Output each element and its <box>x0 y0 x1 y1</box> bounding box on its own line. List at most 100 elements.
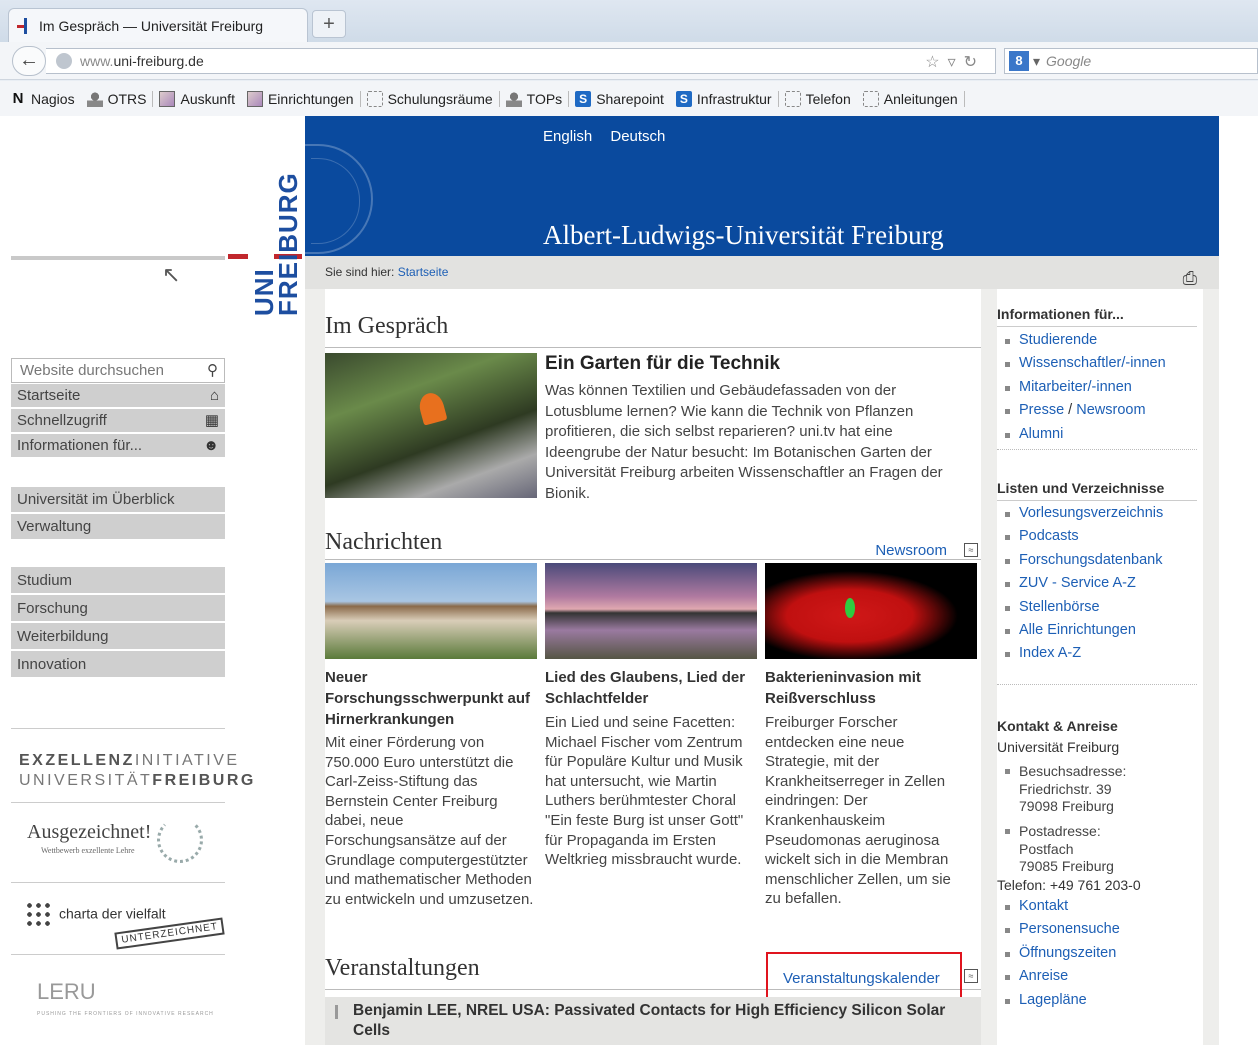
bookmark-otrs[interactable]: OTRS <box>86 90 154 107</box>
sidebar-link-oeffnungszeiten[interactable]: Öffnungszeiten <box>997 942 1203 965</box>
bookmark-telefon[interactable]: Telefon <box>784 90 857 107</box>
bookmark-label: Anleitungen <box>883 90 958 107</box>
sidebar-link-newsroom[interactable]: Newsroom <box>1076 402 1145 418</box>
content-area: Sie sind hier: Startseite ⎙ Im Gespräch … <box>305 256 1219 1045</box>
sidebar-contact-heading: Kontakt & Anreise <box>997 718 1118 734</box>
feature-title-link[interactable]: Ein Garten für die Technik <box>545 353 780 375</box>
bookmark-infrastruktur[interactable]: S Infrastruktur <box>675 90 779 107</box>
new-tab-button[interactable]: + <box>312 10 346 38</box>
ausgezeichnet-logo[interactable]: Ausgezeichnet! Wettbewerb exzellente Leh… <box>11 802 225 882</box>
event-item[interactable]: Benjamin LEE, NREL USA: Passivated Conta… <box>325 997 981 1045</box>
newsroom-link[interactable]: Newsroom <box>875 542 947 559</box>
sidebar-link-podcasts[interactable]: Podcasts <box>997 525 1203 548</box>
sidebar-link-forschungsdatenbank[interactable]: Forschungsdatenbank <box>997 549 1203 572</box>
reload-icon[interactable]: ↻ <box>964 54 985 71</box>
sidebar-link-alumni[interactable]: Alumni <box>997 423 1203 446</box>
nav-schnellzugriff[interactable]: Schnellzugriff ▦ <box>11 409 225 433</box>
nav-informationen[interactable]: Informationen für... ☻ <box>11 434 225 458</box>
nav-label: Verwaltung <box>17 518 92 535</box>
website-search-input[interactable]: Website durchsuchen ⚲ <box>11 358 225 383</box>
site-header: English Deutsch Albert-Ludwigs-Universit… <box>305 116 1219 256</box>
nav-forschung[interactable]: Forschung <box>11 595 225 622</box>
news-title-1[interactable]: Neuer Forschungsschwerpunkt auf Hirnerkr… <box>325 667 537 730</box>
search-icon[interactable]: ⚲ <box>207 359 218 382</box>
url-bar[interactable]: www. uni-freiburg.de ☆▿↻ <box>46 48 996 74</box>
rss-icon[interactable]: ≈ <box>964 969 978 983</box>
sidebar-link-mitarbeiter[interactable]: Mitarbeiter/-innen <box>997 376 1203 399</box>
nav-studium[interactable]: Studium <box>11 567 225 594</box>
exz-bold: EXZELLENZ <box>19 752 135 769</box>
bookmark-einrichtungen[interactable]: Einrichtungen <box>246 90 361 107</box>
bookmark-tops[interactable]: TOPs <box>505 90 570 107</box>
nav-innovation[interactable]: Innovation <box>11 651 225 678</box>
exzellenzinitiative-logo[interactable]: EXZELLENZINITIATIVE UNIVERSITÄTFREIBURG <box>11 728 253 802</box>
sidebar-link-wissenschaftler[interactable]: Wissenschaftler/-innen <box>997 352 1203 375</box>
nav-weiterbildung[interactable]: Weiterbildung <box>11 623 225 650</box>
bookmark-label: OTRS <box>107 90 147 107</box>
nav-label: Informationen für... <box>17 437 143 454</box>
lang-english-link[interactable]: English <box>543 128 592 145</box>
leru-text: LERU <box>37 979 96 1004</box>
breadcrumb-startseite-link[interactable]: Startseite <box>398 265 449 279</box>
rss-icon[interactable]: ≈ <box>964 543 978 557</box>
bookmark-nagios[interactable]: N Nagios <box>10 90 81 107</box>
folder-dotted-icon <box>366 90 383 107</box>
bookmark-sharepoint[interactable]: S Sharepoint <box>575 90 670 107</box>
sidebar-link-personensuche[interactable]: Personensuche <box>997 918 1203 941</box>
news-title-2[interactable]: Lied des Glaubens, Lied der Schlachtfeld… <box>545 667 757 709</box>
breadcrumb-prefix: Sie sind hier: <box>325 265 395 279</box>
logo-text: UNI FREIBURG <box>249 172 303 316</box>
sidebar-presse-newsroom: Presse / Newsroom <box>997 399 1203 422</box>
sidebar-contact-list: Kontakt Personensuche Öffnungszeiten Anr… <box>997 895 1203 1012</box>
sidebar-link-kontakt[interactable]: Kontakt <box>997 895 1203 918</box>
charta-stamp: UNTERZEICHNET <box>114 917 226 950</box>
search-engine-icon[interactable]: 8 <box>1009 51 1029 71</box>
nav-universitaet-ueberblick[interactable]: Universität im Überblick <box>11 487 225 513</box>
nav-label: Innovation <box>17 656 87 673</box>
address-line: 79098 Freiburg <box>1019 798 1114 814</box>
bookmark-label: TOPs <box>526 90 563 107</box>
news-image-2[interactable] <box>545 563 757 659</box>
bookmark-label: Auskunft <box>180 90 235 107</box>
feature-image[interactable] <box>325 353 537 498</box>
sidebar-link-presse[interactable]: Presse <box>1019 402 1064 418</box>
section-im-gespraech: Im Gespräch <box>325 313 449 339</box>
bookmark-label: Einrichtungen <box>267 90 354 107</box>
language-switch: English Deutsch <box>543 128 679 145</box>
laurel-wreath-icon <box>157 817 203 863</box>
sidebar-link-einrichtungen[interactable]: Alle Einrichtungen <box>997 619 1203 642</box>
logo-freiburg: FREIBURG <box>273 172 303 316</box>
bookmark-auskunft[interactable]: Auskunft <box>159 90 240 107</box>
sidebar-lists-heading: Listen und Verzeichnisse <box>997 480 1197 501</box>
search-engine-dropdown-icon[interactable]: ▾ <box>1033 53 1040 70</box>
lang-deutsch-link[interactable]: Deutsch <box>610 128 665 145</box>
sidebar-link-index[interactable]: Index A-Z <box>997 642 1203 665</box>
bookmark-star-icon[interactable]: ☆ <box>925 54 947 71</box>
charta-der-vielfalt-logo[interactable]: charta der vielfalt UNTERZEICHNET <box>11 882 226 954</box>
bookmark-anleitungen[interactable]: Anleitungen <box>862 90 965 107</box>
sidebar-link-studierende[interactable]: Studierende <box>997 329 1203 352</box>
news-title-3[interactable]: Bakterieninvasion mit Reißverschluss <box>765 667 955 709</box>
sidebar-link-stellenboerse[interactable]: Stellenbörse <box>997 596 1203 619</box>
news-image-3[interactable] <box>765 563 977 659</box>
bookmark-schulungsraeume[interactable]: Schulungsräume <box>366 90 500 107</box>
news-image-1[interactable] <box>325 563 537 659</box>
nav-verwaltung[interactable]: Verwaltung <box>11 514 225 540</box>
divider <box>325 559 981 560</box>
sidebar-link-anreise[interactable]: Anreise <box>997 965 1203 988</box>
browser-tab[interactable]: Im Gespräch — Universität Freiburg <box>8 8 308 42</box>
nav-label: Schnellzugriff <box>17 412 107 429</box>
nav-startseite[interactable]: Startseite ⌂ <box>11 384 225 408</box>
sidebar-link-lageplaene[interactable]: Lagepläne <box>997 989 1203 1012</box>
search-bar[interactable]: 8 ▾ Google <box>1004 48 1258 74</box>
site-title[interactable]: Albert-Ludwigs-Universität Freiburg <box>543 220 944 251</box>
back-button[interactable]: ← <box>12 46 46 76</box>
sidebar-link-vorlesungsverzeichnis[interactable]: Vorlesungsverzeichnis <box>997 502 1203 525</box>
sidebar-link-zuv[interactable]: ZUV - Service A-Z <box>997 572 1203 595</box>
uni-freiburg-logo[interactable]: UNI FREIBURG <box>228 168 303 318</box>
bookmarks-bar: N Nagios OTRS Auskunft Einrichtungen Schu… <box>0 81 1258 116</box>
dropdown-icon[interactable]: ▿ <box>948 54 964 71</box>
news-text-2: Ein Lied und seine Facetten: Michael Fis… <box>545 714 744 869</box>
exz-line2: UNIVERSITÄTFREIBURG <box>19 771 253 791</box>
leru-logo[interactable]: LERU PUSHING THE FRONTIERS OF INNOVATIVE… <box>11 954 225 1034</box>
